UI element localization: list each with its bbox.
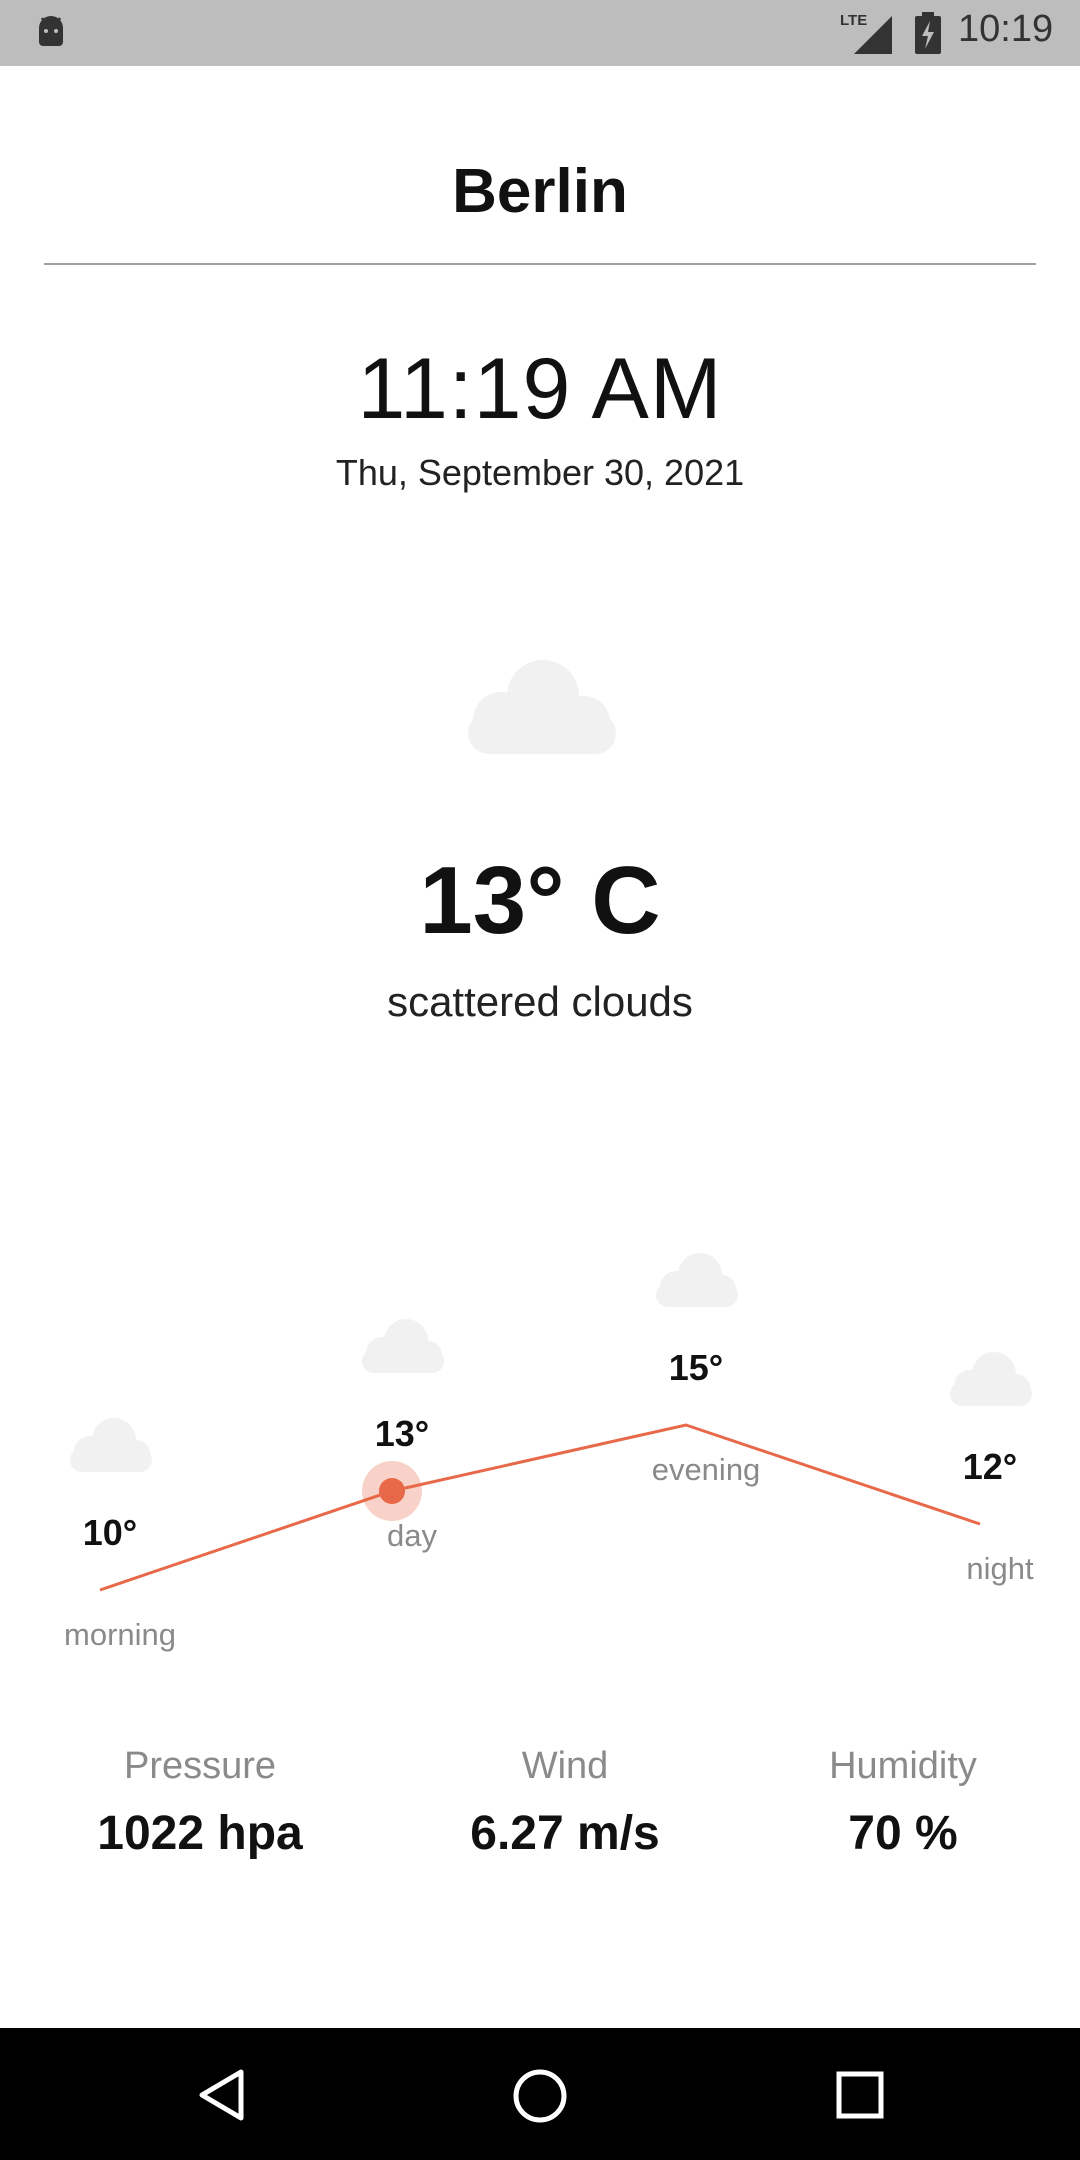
forecast-period-label: night — [966, 1551, 1034, 1586]
current-time: 11:19 AM — [357, 341, 723, 437]
pressure-value: 1022 hpa — [97, 1807, 303, 1860]
network-type-label: LTE — [840, 12, 868, 29]
forecast-line — [99, 1423, 981, 1592]
forecast-period-label: evening — [652, 1452, 761, 1487]
home-icon[interactable] — [512, 2068, 568, 2124]
header-divider — [44, 263, 1036, 265]
android-icon — [39, 16, 63, 46]
cloud-icon — [950, 1352, 1032, 1406]
pressure-label: Pressure — [123, 1745, 277, 1787]
wind-value: 6.27 m/s — [470, 1807, 660, 1860]
navigation-bar — [0, 2028, 1080, 2160]
wind-stat: Wind 6.27 m/s — [385, 1745, 745, 1861]
forecast-period-label: day — [387, 1518, 437, 1553]
current-temperature: 13° C — [419, 847, 661, 954]
recents-icon[interactable] — [835, 2070, 885, 2120]
cloud-icon — [362, 1319, 444, 1373]
forecast-temp-label: 13° — [375, 1413, 429, 1454]
humidity-value: 70 % — [848, 1807, 958, 1860]
forecast-period-label: morning — [64, 1617, 176, 1652]
status-bar: LTE 10:19 — [0, 0, 1080, 66]
cloud-icon — [70, 1418, 152, 1472]
weather-description: scattered clouds — [387, 978, 693, 1025]
cloud-icon — [656, 1253, 738, 1307]
status-clock: 10:19 — [958, 8, 1054, 50]
city-title: Berlin — [452, 157, 628, 226]
cloud-icon — [468, 660, 616, 754]
forecast-temp-label: 12° — [963, 1446, 1017, 1487]
current-date: Thu, September 30, 2021 — [335, 452, 745, 493]
humidity-label: Humidity — [829, 1745, 977, 1787]
forecast-temp-label: 15° — [669, 1347, 723, 1388]
back-icon[interactable] — [196, 2068, 246, 2122]
wind-label: Wind — [521, 1745, 609, 1787]
battery-charging-icon — [915, 12, 941, 54]
humidity-stat: Humidity 70 % — [723, 1745, 1080, 1861]
forecast-chart: 10° morning 13° day 15° evening 12° night — [64, 1253, 1034, 1652]
selected-point[interactable] — [379, 1478, 405, 1504]
forecast-temp-label: 10° — [83, 1512, 137, 1553]
pressure-stat: Pressure 1022 hpa — [20, 1745, 380, 1861]
